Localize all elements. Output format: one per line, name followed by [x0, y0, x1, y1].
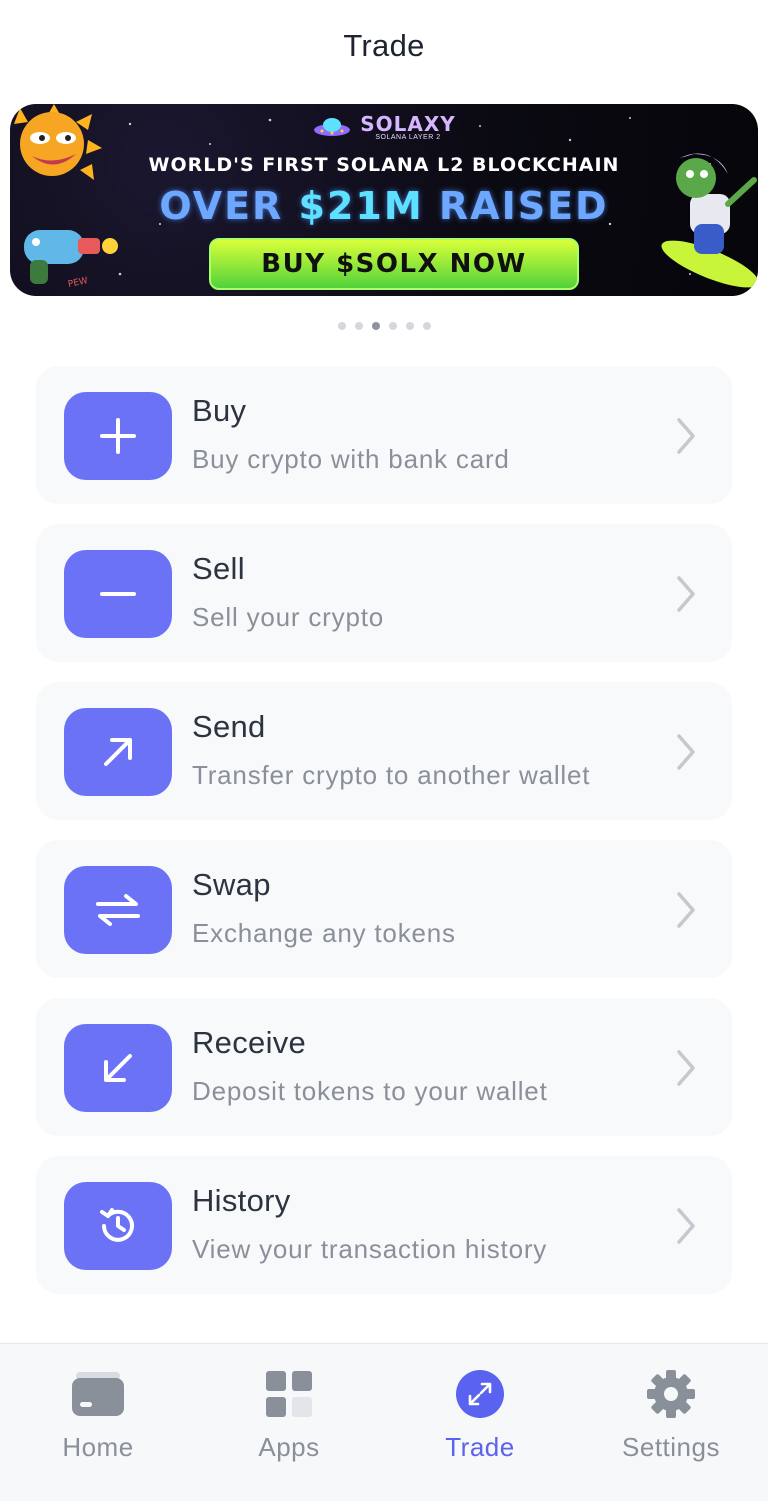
menu-item-title: Swap	[192, 867, 271, 902]
arrow-down-left-icon	[64, 1024, 172, 1112]
carousel-dot[interactable]	[388, 322, 397, 330]
carousel-dot[interactable]	[405, 322, 414, 330]
banner-raised-text: OVER $21M RAISED	[10, 184, 758, 228]
tab-home[interactable]: Home	[2, 1366, 194, 1463]
chevron-right-icon	[677, 892, 695, 928]
menu-item-sell[interactable]: Sell Sell your crypto	[36, 524, 732, 662]
carousel-dot[interactable]	[337, 322, 346, 330]
plus-icon	[64, 392, 172, 480]
wallet-card-icon	[70, 1366, 126, 1422]
tab-label: Settings	[622, 1432, 720, 1462]
apps-grid-icon	[261, 1366, 317, 1422]
tab-trade[interactable]: Trade	[384, 1366, 576, 1463]
menu-item-subtitle: Sell your crypto	[192, 602, 384, 632]
tab-label: Apps	[258, 1432, 320, 1462]
banner-raised-amount: $21M	[298, 184, 424, 228]
trade-arrows-icon	[452, 1366, 508, 1422]
menu-item-title: History	[192, 1183, 291, 1218]
chevron-right-icon	[677, 1050, 695, 1086]
menu-item-history[interactable]: History View your transaction history	[36, 1156, 732, 1294]
gear-icon	[643, 1366, 699, 1422]
menu-item-title: Receive	[192, 1025, 307, 1060]
carousel-indicator	[0, 322, 768, 330]
tab-label: Home	[62, 1432, 134, 1462]
ufo-logo-icon	[314, 118, 351, 136]
menu-item-swap[interactable]: Swap Exchange any tokens	[36, 840, 732, 978]
menu-item-title: Sell	[192, 551, 245, 586]
menu-item-buy[interactable]: Buy Buy crypto with bank card	[36, 366, 732, 504]
carousel-dot-active[interactable]	[371, 322, 380, 330]
menu-item-receive[interactable]: Receive Deposit tokens to your wallet	[36, 998, 732, 1136]
banner-brand-name: SOLAXY	[360, 111, 456, 136]
banner-raised-suffix: RAISED	[423, 184, 609, 228]
menu-item-send[interactable]: Send Transfer crypto to another wallet	[36, 682, 732, 820]
banner-headline: WORLD'S FIRST SOLANA L2 BLOCKCHAIN	[148, 154, 620, 176]
history-clock-icon	[64, 1182, 172, 1270]
tab-label: Trade	[445, 1432, 515, 1462]
swap-arrows-icon	[64, 866, 172, 954]
chevron-right-icon	[677, 418, 695, 454]
header: Trade	[0, 0, 768, 92]
page-title: Trade	[343, 28, 425, 63]
bottom-tab-bar: Home Apps Trade Settings	[0, 1343, 768, 1501]
menu-item-title: Buy	[192, 393, 247, 428]
menu-item-title: Send	[192, 709, 266, 744]
tab-apps[interactable]: Apps	[193, 1366, 385, 1463]
carousel-dot[interactable]	[422, 322, 431, 330]
chevron-right-icon	[677, 1208, 695, 1244]
carousel-dot[interactable]	[354, 322, 363, 330]
menu-item-subtitle: Transfer crypto to another wallet	[192, 760, 591, 790]
menu-item-subtitle: Exchange any tokens	[192, 918, 456, 948]
chevron-right-icon	[677, 734, 695, 770]
banner-raised-prefix: OVER	[159, 184, 299, 228]
tab-settings[interactable]: Settings	[575, 1366, 767, 1463]
menu-item-subtitle: Deposit tokens to your wallet	[192, 1076, 548, 1106]
chevron-right-icon	[677, 576, 695, 612]
buy-solx-button[interactable]: BUY $SOLX NOW	[209, 238, 579, 290]
menu-item-subtitle: Buy crypto with bank card	[192, 444, 510, 474]
banner-logo: SOLAXY SOLANA LAYER 2	[10, 112, 758, 142]
menu-item-subtitle: View your transaction history	[192, 1234, 548, 1264]
arrow-up-right-icon	[64, 708, 172, 796]
minus-icon	[64, 550, 172, 638]
promo-banner[interactable]: PEW SOLAXY SOLANA LAYER 2 WORLD'S FIRST …	[10, 104, 758, 296]
